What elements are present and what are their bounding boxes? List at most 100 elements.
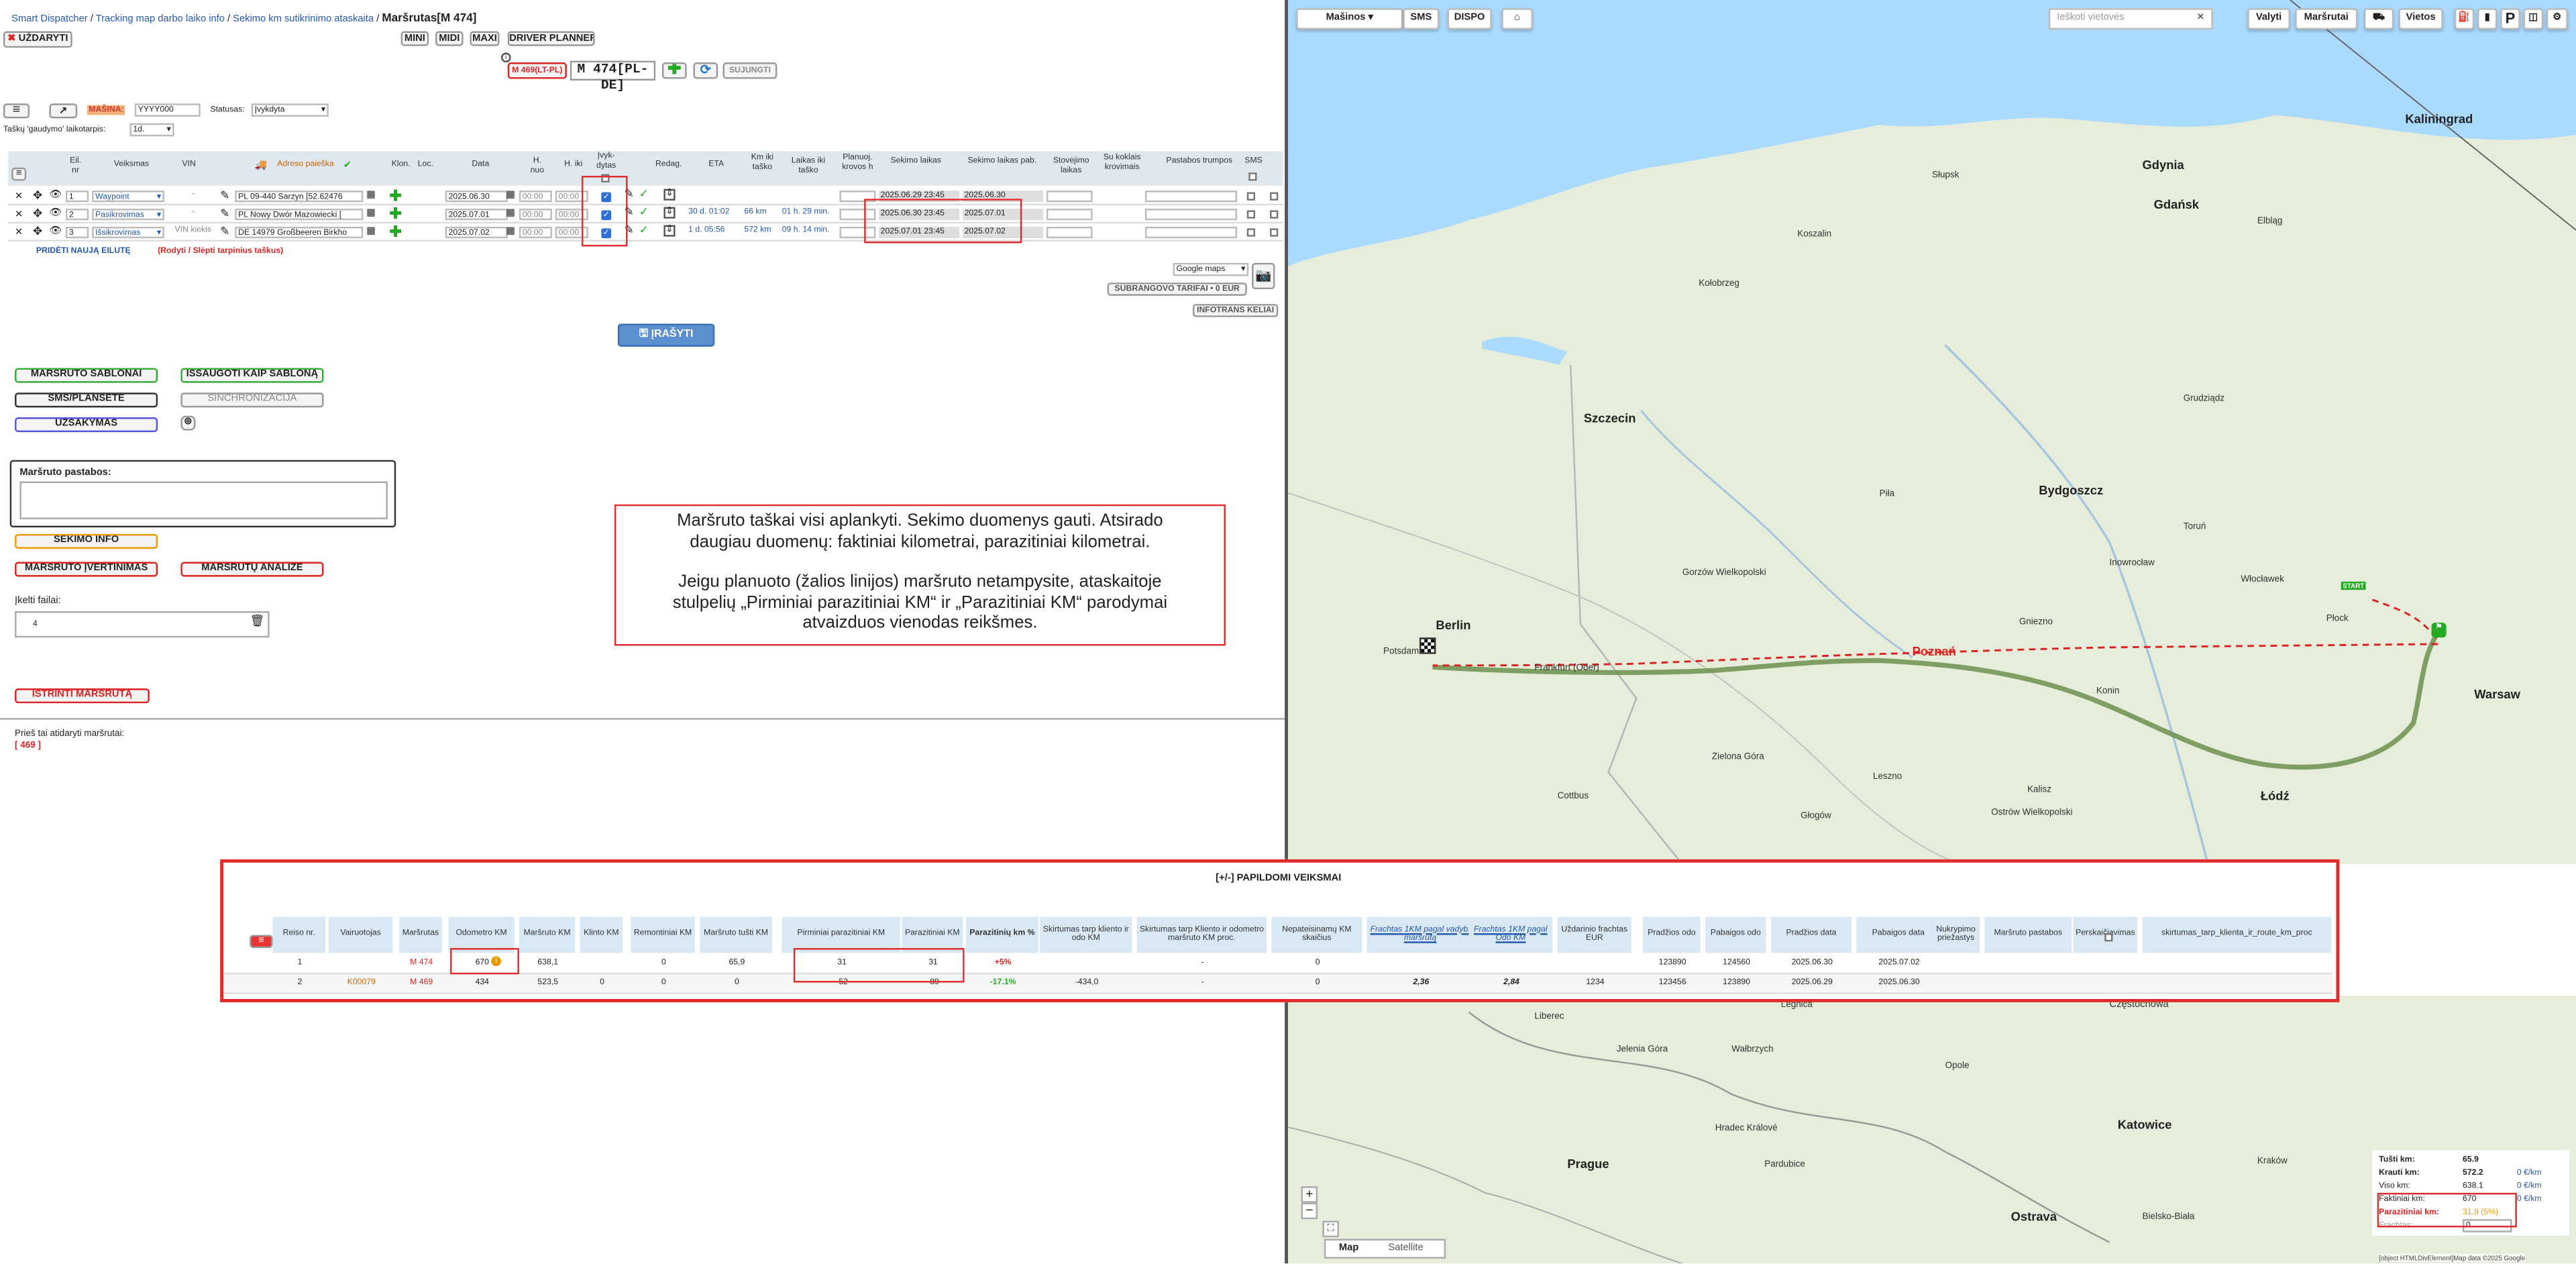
add-row-link[interactable]: PRIDĖTI NAUJĄ EILUTĘ xyxy=(36,246,131,256)
zoom-in-button[interactable]: + xyxy=(1301,1186,1318,1203)
start-marker[interactable]: START xyxy=(2341,581,2366,590)
toggle-intermediate-link[interactable]: (Rodyti / Slėpti tarpinius taškus) xyxy=(158,246,283,256)
delete-row-icon[interactable]: ✕ xyxy=(15,227,23,238)
move-row-icon[interactable]: ✥ xyxy=(33,207,42,220)
delete-row-icon[interactable]: ✕ xyxy=(15,209,23,220)
extra-menu-button[interactable]: ≡ xyxy=(250,935,273,949)
action-select[interactable]: Išsikrovimas ▾ xyxy=(92,226,164,239)
hour-from-input[interactable]: 00:00 xyxy=(519,226,552,239)
row-select-checkbox[interactable] xyxy=(1270,210,1279,219)
table-cell[interactable]: M 469 xyxy=(399,976,443,991)
map-provider-select[interactable]: Google maps ▾ xyxy=(1173,262,1249,276)
date-input[interactable]: 2025.06.30 xyxy=(445,191,508,203)
close-icon[interactable]: ✕ xyxy=(2196,10,2204,28)
refresh-button[interactable]: ⟳ xyxy=(693,62,718,79)
add-route-button[interactable]: ✚ xyxy=(661,62,687,79)
breadcrumb-home[interactable]: Smart Dispatcher xyxy=(11,15,88,25)
row-number-input[interactable]: 3 xyxy=(65,226,89,239)
previous-route-link[interactable]: [ 469 ] xyxy=(15,741,41,751)
upload-field[interactable]: 4 🗑 xyxy=(15,611,270,638)
confirm-icon[interactable]: ✓ xyxy=(639,187,649,201)
routes-analysis-button[interactable]: MARŠRUTŲ ANALIZĖ xyxy=(180,562,324,577)
move-row-icon[interactable]: ✥ xyxy=(33,189,42,202)
view-row-icon[interactable]: 👁 xyxy=(49,225,62,237)
row-number-input[interactable]: 2 xyxy=(65,209,89,221)
confirm-icon[interactable]: ✓ xyxy=(639,205,649,219)
hour-from-input[interactable]: 00:00 xyxy=(519,209,552,221)
robot-button[interactable]: ⊚ xyxy=(180,415,196,431)
tracking-info-button[interactable]: SEKIMO INFO xyxy=(15,533,158,549)
stop-time-input[interactable] xyxy=(1046,191,1093,203)
breadcrumb-link1[interactable]: Tracking map darbo laiko info xyxy=(96,15,225,25)
pencil-icon[interactable]: ✎ xyxy=(220,225,229,238)
hour-from-input[interactable]: 00:00 xyxy=(519,191,552,203)
sms-checkbox[interactable] xyxy=(1246,192,1256,201)
date-input[interactable]: 2025.07.02 xyxy=(445,226,508,239)
catch-period-select[interactable]: 1d. ▾ xyxy=(129,123,174,137)
save-as-template-button[interactable]: IŠSAUGOTI KAIP ŠABLONĄ xyxy=(180,368,324,383)
layers-button[interactable]: ◫ xyxy=(2523,8,2544,30)
action-select[interactable]: Pasikrovimas ▾ xyxy=(92,209,164,221)
recalc-checkbox[interactable] xyxy=(2104,933,2113,942)
calendar-icon[interactable]: ▦ xyxy=(506,225,515,237)
clone-icon[interactable]: ✚ xyxy=(389,205,401,223)
pencil-icon[interactable]: ✎ xyxy=(220,207,229,220)
waypoint-marker[interactable]: ⚑ xyxy=(2431,623,2447,638)
delete-route-button[interactable]: IŠTRINTI MARŠRUTĄ xyxy=(15,688,150,704)
route-evaluation-button[interactable]: MARŠRUTO ĮVERTINIMAS xyxy=(15,562,158,577)
move-row-icon[interactable]: ✥ xyxy=(33,225,42,238)
home-button[interactable]: ⌂ xyxy=(1501,8,1533,30)
row-number-input[interactable]: 1 xyxy=(65,191,89,203)
map-view-lower[interactable]: Wałbrzych Częstochowa Liberec Prague Hra… xyxy=(1288,996,2576,1264)
calendar-icon[interactable]: ▦ xyxy=(366,207,376,219)
sms-checkbox[interactable] xyxy=(1246,210,1256,219)
close-button[interactable]: ✖ UŽDARYTI xyxy=(3,31,72,48)
date-input[interactable]: 2025.07.01 xyxy=(445,209,508,221)
view-row-icon[interactable]: 👁 xyxy=(49,189,62,201)
midi-button[interactable]: MIDI xyxy=(435,31,464,46)
menu-button[interactable]: ≡ xyxy=(3,103,30,119)
pastabos-input[interactable] xyxy=(1144,191,1238,203)
parking-button[interactable]: P xyxy=(2500,8,2520,30)
calendar-icon[interactable]: ▦ xyxy=(366,189,376,201)
location-search-input[interactable]: Ieškoti vietovės ✕ xyxy=(2048,8,2213,30)
sms-select-all-checkbox[interactable] xyxy=(1248,172,1257,181)
status-select[interactable]: Įvykdyta ▾ xyxy=(251,103,329,117)
orders-button[interactable]: UŽSAKYMAS xyxy=(15,417,158,433)
pastabos-input[interactable] xyxy=(1144,226,1238,239)
mini-button[interactable]: MINI xyxy=(400,31,429,46)
previous-route-button[interactable]: M 469(LT-PL) xyxy=(507,62,567,79)
save-button[interactable]: 🖫 ĮRAŠYTI xyxy=(617,323,715,347)
stop-time-input[interactable] xyxy=(1046,209,1093,221)
subcontractor-tariff-button[interactable]: SUBRANGOVO TARIFAI • 0 EUR xyxy=(1107,282,1247,296)
map-sms-button[interactable]: SMS xyxy=(1403,8,1440,30)
chart-button[interactable]: ↗ xyxy=(49,103,78,119)
maxi-button[interactable]: MAXI xyxy=(470,31,500,46)
fullscreen-button[interactable]: ⛶ xyxy=(1322,1220,1339,1238)
pastabos-input[interactable] xyxy=(1144,209,1238,221)
stop-time-input[interactable] xyxy=(1046,226,1093,239)
row-select-checkbox[interactable] xyxy=(1270,192,1279,201)
places-button[interactable]: Vietos xyxy=(2398,8,2443,30)
route-notes-textarea[interactable] xyxy=(19,481,388,519)
tab-satellite[interactable]: Satellite xyxy=(1388,1244,1423,1254)
view-row-icon[interactable]: 👁 xyxy=(49,207,62,219)
vehicles-dropdown[interactable]: Mašinos ▾ xyxy=(1296,8,1403,30)
settings-button[interactable]: ⚙ xyxy=(2546,8,2568,30)
table-cell[interactable]: K00079 xyxy=(329,976,394,991)
calendar-icon[interactable]: ▦ xyxy=(366,225,376,237)
pencil-icon[interactable]: ✎ xyxy=(220,189,229,202)
fullscreen-icon[interactable]: ⇕ xyxy=(663,207,676,219)
routes-button[interactable]: Maršrutai xyxy=(2295,8,2358,30)
info-icon[interactable]: i xyxy=(500,52,511,63)
list-icon[interactable]: ≡ xyxy=(11,167,27,181)
dispo-button[interactable]: DISPO xyxy=(1447,8,1492,30)
address-input[interactable]: PL Nowy Dwór Mazowiecki [ xyxy=(235,209,364,221)
sync-button[interactable]: SINCHRONIZACIJA xyxy=(180,392,324,408)
vehicle-input[interactable]: YYYY000 xyxy=(134,103,201,117)
camera-button[interactable]: 📷 xyxy=(1252,262,1275,290)
route-templates-button[interactable]: MARŠRUTO ŠABLONAI xyxy=(15,368,158,383)
join-button[interactable]: SUJUNGTI xyxy=(722,62,777,79)
battery-button[interactable]: ▮ xyxy=(2477,8,2498,30)
clear-button[interactable]: Valyti xyxy=(2247,8,2290,30)
